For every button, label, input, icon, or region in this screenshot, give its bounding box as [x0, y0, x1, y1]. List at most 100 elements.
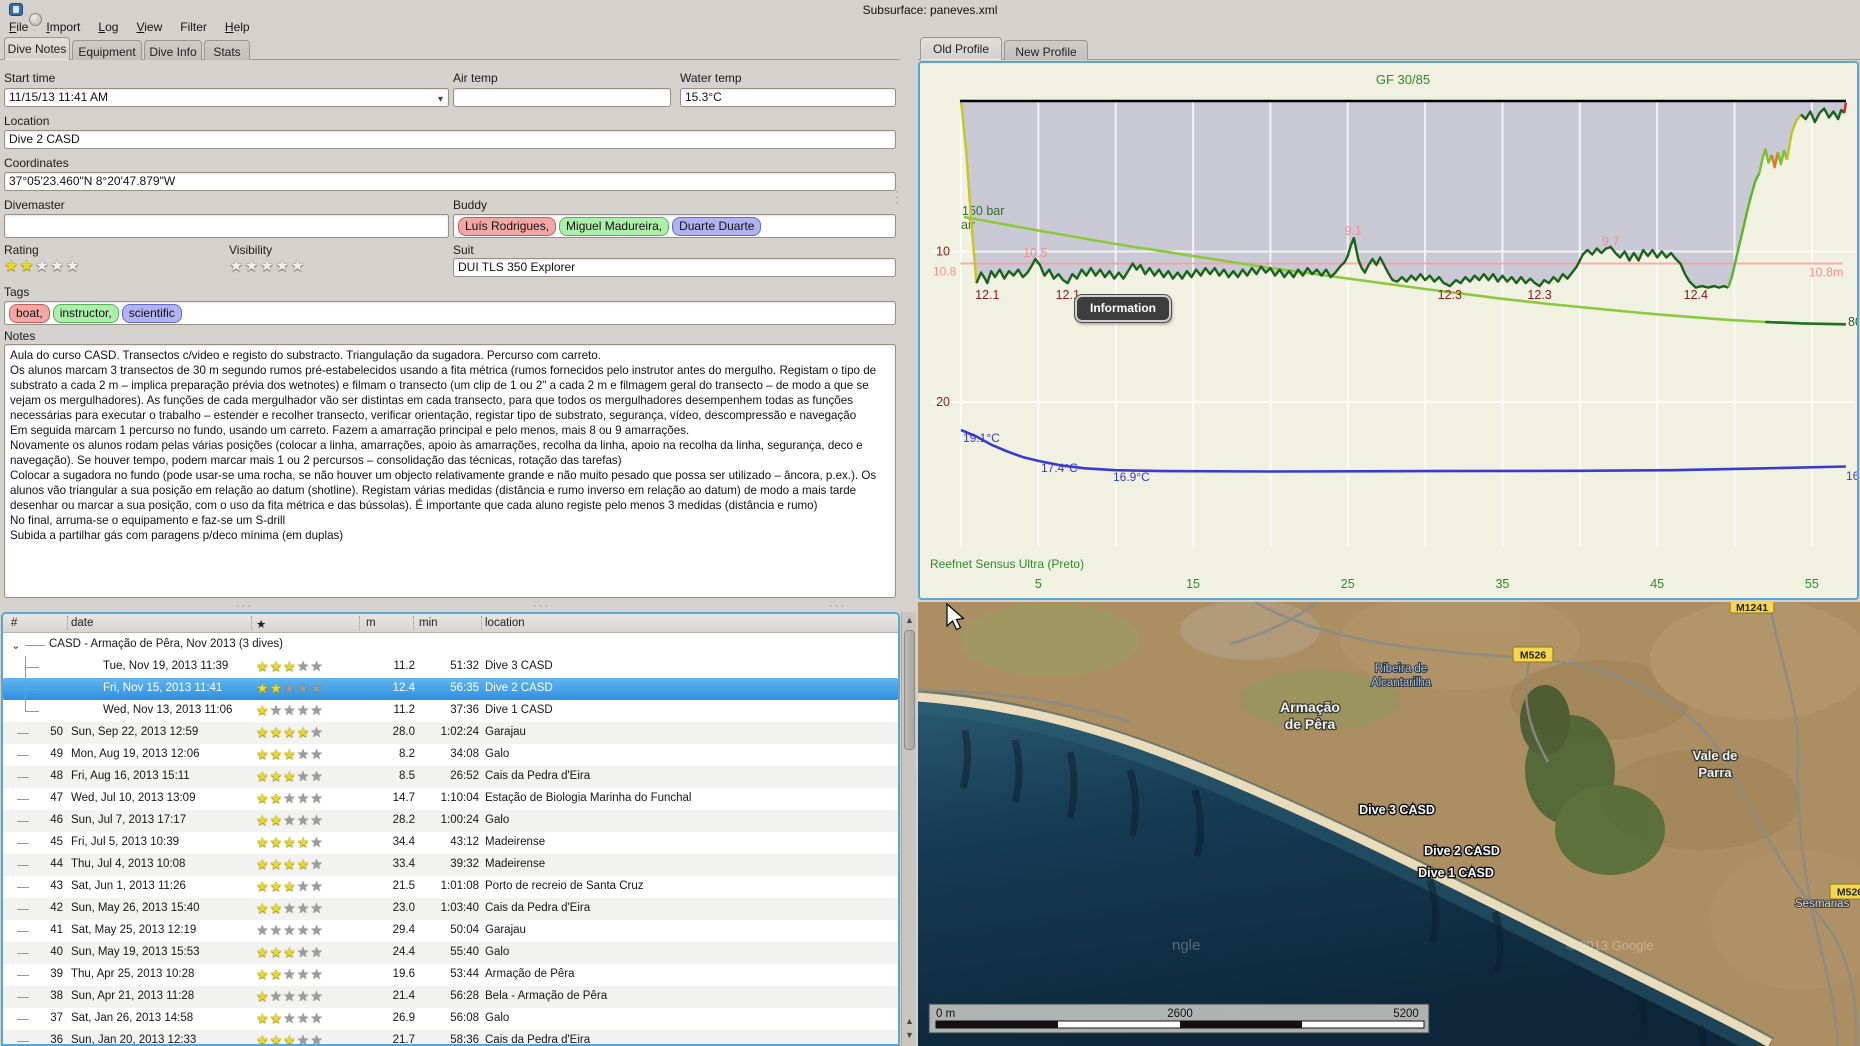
dive-row-selected[interactable]: Fri, Nov 15, 2013 11:41 ★★★★★ 12.4 56:35 Div…: [3, 678, 898, 700]
dive-row[interactable]: 44 Thu, Jul 4, 2013 10:08 ★★★★★ 33.4 39:32 Ma…: [3, 854, 898, 876]
tab-old-profile[interactable]: Old Profile: [920, 37, 1002, 60]
star-icon: ★: [256, 768, 269, 784]
tab-equipment[interactable]: Equipment: [72, 40, 142, 60]
information-tooltip[interactable]: Information: [1074, 294, 1172, 323]
dive-profile-chart[interactable]: 10.8150 barair8019.1°C17.4°C16.9°C1612.1…: [920, 63, 1860, 598]
star-icon: ★: [269, 812, 283, 828]
dive-row[interactable]: 46 Sun, Jul 7, 2013 17:17 ★★★★★ 28.2 1:00:24…: [3, 810, 898, 832]
column-header-num[interactable]: #: [11, 617, 17, 629]
dive-rating: ★★★★★: [256, 1032, 324, 1046]
suit-label: Suit: [453, 243, 474, 257]
tag-chip[interactable]: instructor,: [52, 304, 119, 323]
chevron-down-icon[interactable]: ▾: [438, 92, 443, 107]
buddy-chip[interactable]: Luís Rodrigues,: [458, 217, 557, 236]
column-header-date[interactable]: date: [71, 617, 93, 629]
column-header-stars[interactable]: ★: [256, 617, 266, 631]
trip-group-row[interactable]: ⌄ CASD - Armação de Pêra, Nov 2013 (3 div…: [3, 634, 898, 656]
start-time-combobox[interactable]: 11/15/13 11:41 AM ▾: [4, 88, 449, 107]
star-icon: ★: [256, 944, 269, 960]
tab-new-profile[interactable]: New Profile: [1004, 40, 1088, 60]
buddy-chip[interactable]: Miguel Madureira,: [559, 217, 670, 236]
dive-row[interactable]: Tue, Nov 19, 2013 11:39 ★★★★★ 11.2 51:32 Div…: [3, 656, 898, 678]
menu-item-import[interactable]: Import: [37, 18, 89, 36]
tab-dive-info[interactable]: Dive Info: [144, 40, 202, 60]
map-marker-dive3: Dive 3 CASD: [1359, 803, 1435, 817]
dive-number: 37: [50, 1012, 63, 1024]
tags-input[interactable]: boat, instructor, scientific: [4, 301, 896, 325]
dive-row[interactable]: 37 Sat, Jan 26, 2013 14:58 ★★★★★ 26.9 56:08 G…: [3, 1008, 898, 1030]
dive-profile-panel[interactable]: 10.8150 barair8019.1°C17.4°C16.9°C1612.1…: [918, 61, 1860, 600]
location-input[interactable]: Dive 2 CASD: [4, 130, 896, 149]
dive-location: Galo: [485, 1012, 510, 1024]
scroll-up-icon[interactable]: ▲: [904, 1016, 915, 1026]
dive-row[interactable]: Wed, Nov 13, 2013 11:06 ★★★★★ 11.2 37:36 Div…: [3, 700, 898, 722]
column-separator[interactable]: [67, 616, 68, 630]
dive-location-map[interactable]: Armação de Pêra Vale de Parra Ribeira de…: [917, 590, 1860, 1046]
star-icon: ★: [310, 812, 323, 828]
star-icon: ★: [290, 258, 305, 275]
dive-row[interactable]: 41 Sat, May 25, 2013 12:19 ★★★★★ 29.4 50:04 G…: [3, 920, 898, 942]
scroll-up-icon[interactable]: ▲: [904, 615, 915, 625]
rating-stars[interactable]: ★★★★★: [4, 258, 81, 276]
coordinates-input[interactable]: 37°05'23.460"N 8°20'47.879"W: [4, 172, 896, 191]
star-icon: ★: [296, 834, 310, 850]
air-temp-input[interactable]: [453, 88, 671, 107]
tab-dive-notes[interactable]: Dive Notes: [4, 37, 70, 60]
splitter-handle[interactable]: ···: [236, 600, 253, 612]
column-header-min[interactable]: min: [419, 617, 438, 629]
tag-chip[interactable]: scientific: [121, 304, 182, 323]
dive-location: Garajau: [485, 726, 526, 738]
dive-location: Dive 3 CASD: [485, 660, 553, 672]
dive-duration: 56:35: [450, 682, 479, 694]
dive-row[interactable]: 39 Thu, Apr 25, 2013 10:28 ★★★★★ 19.6 53:44 A…: [3, 964, 898, 986]
tab-stats[interactable]: Stats: [204, 40, 250, 60]
dive-number: 47: [50, 792, 63, 804]
dive-row[interactable]: 50 Sun, Sep 22, 2013 12:59 ★★★★★ 28.0 1:02:2…: [3, 722, 898, 744]
menu-item-filter[interactable]: Filter: [171, 18, 216, 36]
dive-rating: ★★★★★: [256, 768, 324, 784]
menu-item-file[interactable]: File: [0, 18, 37, 36]
tag-chip[interactable]: boat,: [9, 304, 50, 323]
dive-duration: 37:36: [450, 704, 479, 716]
menu-item-log[interactable]: Log: [89, 18, 127, 36]
suit-input[interactable]: DUI TLS 350 Explorer: [453, 258, 896, 277]
star-icon: ★: [283, 1032, 296, 1046]
dive-row[interactable]: 42 Sun, May 26, 2013 15:40 ★★★★★ 23.0 1:03:4…: [3, 898, 898, 920]
dive-row[interactable]: 40 Sun, May 19, 2013 15:53 ★★★★★ 24.4 55:40 G…: [3, 942, 898, 964]
column-separator[interactable]: [481, 616, 482, 630]
menu-item-help[interactable]: Help: [216, 18, 259, 36]
column-separator[interactable]: [359, 616, 360, 630]
star-icon: ★: [19, 258, 34, 275]
scrollbar-thumb[interactable]: [904, 630, 915, 750]
dive-location: Bela - Armação de Pêra: [485, 990, 608, 1002]
dive-depth: 29.4: [392, 924, 415, 936]
menu-item-view[interactable]: View: [127, 18, 171, 36]
column-header-m[interactable]: m: [366, 617, 376, 629]
dive-list-header[interactable]: # date ★ m min location: [3, 614, 898, 633]
column-separator[interactable]: [251, 616, 252, 630]
star-icon: ★: [310, 768, 323, 784]
column-separator[interactable]: [413, 616, 414, 630]
dive-row[interactable]: 47 Wed, Jul 10, 2013 13:09 ★★★★★ 14.7 1:10:0…: [3, 788, 898, 810]
dive-row[interactable]: 48 Fri, Aug 16, 2013 15:11 ★★★★★ 8.5 26:52 Ca…: [3, 766, 898, 788]
star-icon: ★: [296, 658, 310, 674]
splitter-handle[interactable]: ···: [829, 600, 846, 612]
dive-row[interactable]: 45 Fri, Jul 5, 2013 10:39 ★★★★★ 34.4 43:12 Ma…: [3, 832, 898, 854]
dive-row[interactable]: 38 Sun, Apr 21, 2013 11:28 ★★★★★ 21.4 56:28 B…: [3, 986, 898, 1008]
buddy-input[interactable]: Luís Rodrigues, Miguel Madureira, Duarte D…: [453, 214, 896, 238]
divemaster-input[interactable]: [4, 214, 449, 238]
dive-row[interactable]: 49 Mon, Aug 19, 2013 12:06 ★★★★★ 8.2 34:08 Ga…: [3, 744, 898, 766]
buddy-chip[interactable]: Duarte Duarte: [672, 217, 762, 236]
column-header-location[interactable]: location: [485, 617, 525, 629]
star-icon: ★: [269, 702, 283, 718]
dive-row[interactable]: 36 Sun, Jan 20, 2013 12:33 ★★★★★ 21.7 58:36 C…: [3, 1030, 898, 1046]
visibility-stars[interactable]: ★★★★★: [229, 258, 306, 276]
collapse-arrow-icon[interactable]: ⌄: [11, 638, 21, 652]
vertical-splitter-handle[interactable]: ···: [891, 190, 903, 207]
notes-textarea[interactable]: Aula do curso CASD. Transectos c/video e…: [4, 344, 896, 598]
water-temp-input[interactable]: 15.3°C: [680, 88, 896, 107]
dive-row[interactable]: 43 Sat, Jun 1, 2013 11:26 ★★★★★ 21.5 1:01:08…: [3, 876, 898, 898]
scroll-down-icon[interactable]: ▼: [904, 1030, 915, 1040]
dive-list-scrollbar[interactable]: ▲ ▲ ▼: [901, 612, 916, 1046]
splitter-handle[interactable]: ···: [533, 600, 550, 612]
